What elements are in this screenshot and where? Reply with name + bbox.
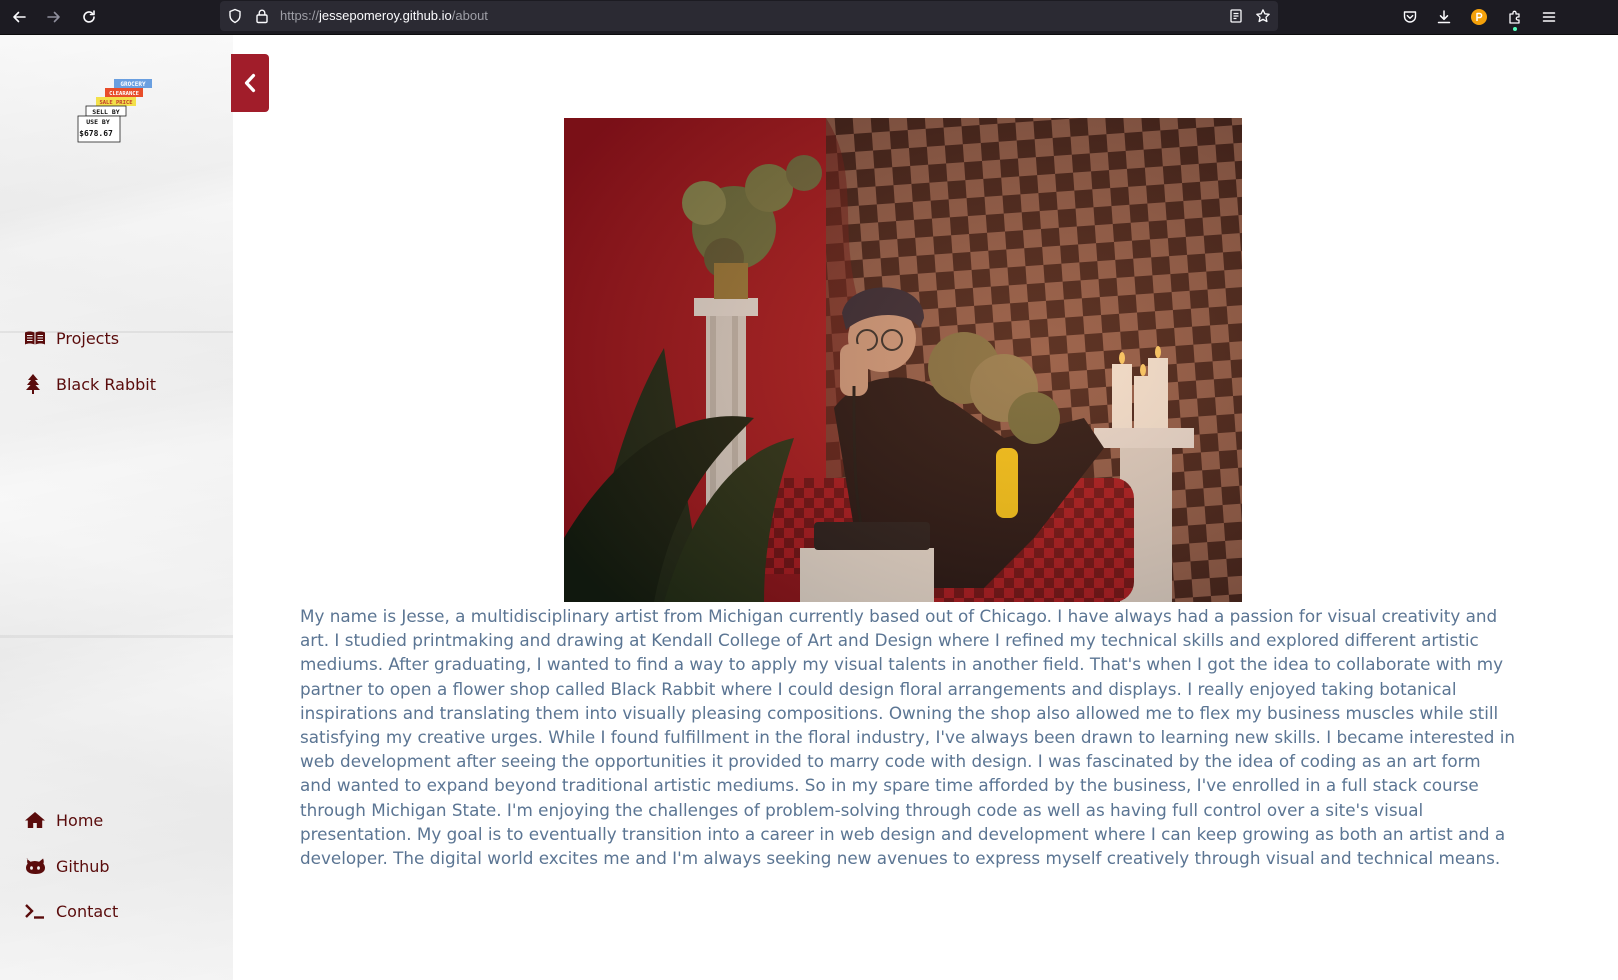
reader-view-icon[interactable] [1227, 7, 1245, 25]
portrait-photo [564, 118, 1242, 602]
logo[interactable]: GROCERY CLEARANCE SALE PRICE SELL BY USE… [74, 75, 158, 151]
reload-button[interactable] [76, 5, 102, 29]
extension-badge [1513, 27, 1517, 31]
menu-button[interactable] [1537, 5, 1561, 29]
sidebar-item-home[interactable]: Home [24, 808, 103, 832]
url-host: jessepomeroy.github.io [319, 8, 452, 23]
browser-toolbar: https://jessepomeroy.github.io/about [0, 0, 1618, 35]
sidebar-item-label: Home [56, 810, 104, 830]
url-text[interactable]: https://jessepomeroy.github.io/about [280, 8, 488, 23]
paper-crease [0, 635, 233, 638]
bio-paragraph: My name is Jesse, a multidisciplinary ar… [300, 606, 1515, 869]
sidebar-item-label: Projects [56, 328, 120, 348]
lock-icon[interactable] [253, 7, 271, 25]
profile-button[interactable] [1467, 5, 1491, 29]
downloads-button[interactable] [1432, 5, 1456, 29]
hamburger-menu-icon [1542, 12, 1556, 22]
sidebar-item-contact[interactable]: Contact [24, 899, 118, 923]
logo-tag-price: $678.67 [79, 129, 113, 138]
github-icon [24, 856, 48, 876]
home-icon [24, 810, 48, 830]
pocket-icon [1403, 11, 1417, 23]
sidebar: GROCERY CLEARANCE SALE PRICE SELL BY USE… [0, 35, 233, 980]
terminal-icon [24, 901, 48, 921]
shield-icon[interactable] [226, 7, 244, 25]
logo-tag-clearance: CLEARANCE [109, 91, 139, 97]
sidebar-item-label: Black Rabbit [56, 374, 156, 394]
download-icon [1437, 10, 1451, 24]
sidebar-item-github[interactable]: Github [24, 854, 110, 878]
chevron-left-icon [244, 73, 256, 93]
tree-icon [24, 374, 48, 394]
url-bar[interactable]: https://jessepomeroy.github.io/about [220, 1, 1278, 31]
logo-tag-sell-by: SELL BY [92, 108, 119, 116]
url-path: /about [451, 8, 488, 23]
book-open-icon [24, 328, 48, 348]
profile-avatar-icon [1471, 9, 1487, 25]
arrow-right-icon [47, 11, 60, 23]
logo-tag-grocery: GROCERY [120, 81, 146, 88]
sidebar-item-label: Github [56, 856, 110, 876]
sidebar-item-projects[interactable]: Projects [24, 326, 119, 350]
sidebar-item-label: Contact [56, 901, 119, 921]
extensions-button[interactable] [1503, 5, 1527, 31]
sidebar-toggle-button[interactable] [231, 54, 269, 112]
arrow-left-icon [13, 11, 26, 23]
reload-icon [83, 10, 95, 23]
forward-button[interactable] [41, 5, 67, 29]
logo-tag-sale-price: SALE PRICE [99, 100, 132, 106]
puzzle-icon [1509, 10, 1520, 24]
pocket-button[interactable] [1398, 5, 1422, 29]
star-icon[interactable] [1254, 7, 1272, 25]
logo-tag-use-by: USE BY [86, 118, 110, 126]
back-button[interactable] [6, 5, 32, 29]
sidebar-item-black-rabbit[interactable]: Black Rabbit [24, 372, 156, 396]
url-scheme: https:// [280, 8, 320, 23]
